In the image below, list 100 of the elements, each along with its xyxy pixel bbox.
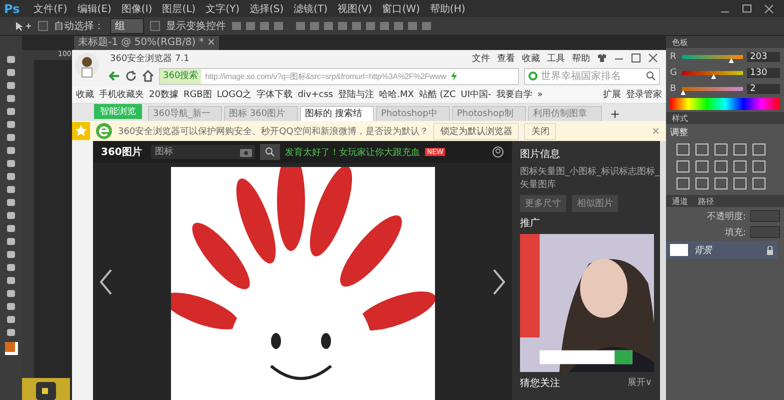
maximize-icon[interactable] [631,53,641,63]
fill-field[interactable] [750,226,780,238]
search-icon[interactable] [646,71,656,81]
close-notice-button[interactable]: 关闭 [524,122,556,140]
refresh-icon[interactable] [125,70,137,82]
color-swatch-icon[interactable] [4,342,18,355]
maximize-icon[interactable] [742,4,752,14]
channel-value-field[interactable]: 2 [747,84,780,94]
camera-icon[interactable] [240,147,252,157]
tool-icon[interactable] [5,236,17,247]
login-manager-button[interactable]: 登录管家 [626,88,662,101]
image-search-field[interactable]: 图标 [150,145,255,159]
menu-item[interactable]: 帮助 [572,52,590,64]
bookmark-link[interactable]: RGB图 [183,88,212,101]
expand-link[interactable]: 展开∨ [627,376,652,390]
close-tab-icon[interactable]: × [207,37,216,48]
new-tab-button[interactable]: + [604,107,626,121]
panel-tab[interactable]: 路径 [698,196,714,206]
slider-thumb[interactable] [728,58,734,63]
menu-item[interactable]: 图像(I) [121,2,152,16]
extensions-button[interactable]: 扩展 [603,88,621,101]
tool-icon[interactable] [5,119,17,130]
address-bar[interactable]: 360搜索 http://image.so.com/v?q=图标&src=srp&fromurl=http%3A%2F%2Fwww [159,68,519,84]
browser-tab[interactable]: 图标的 搜索结 [300,106,374,121]
menu-item[interactable]: 工具 [547,52,565,64]
image-thumbnail-icon[interactable] [22,378,70,400]
channel-value-field[interactable]: 130 [747,68,780,78]
bookmark-link[interactable]: 手机收藏夹 [99,88,144,101]
search-engine-button[interactable]: 360搜索 [160,68,202,84]
back-icon[interactable] [108,70,120,82]
bookmark-link[interactable]: 哈哈.MX [379,88,414,101]
tool-icon[interactable] [5,301,17,312]
tool-icon[interactable] [5,327,17,338]
align-icons-drawing[interactable] [232,20,432,32]
tool-icon[interactable] [5,249,17,260]
bookmark-link[interactable]: div+css [298,90,334,100]
search-icon[interactable] [264,147,275,157]
bookmark-link[interactable]: 字体下载 [256,88,293,101]
layer-row[interactable]: 背景 [666,241,778,259]
search-button[interactable] [260,144,280,160]
menu-item[interactable]: 窗口(W) [382,2,420,16]
menu-item[interactable]: 图层(L) [162,2,196,16]
home-icon[interactable] [142,70,154,82]
menu-item[interactable]: 文件 [472,52,490,64]
tool-icon[interactable] [5,106,17,117]
tool-icon[interactable] [5,288,17,299]
panel-tab[interactable]: 色板 [666,36,784,48]
channel-value-field[interactable]: 203 [747,52,780,62]
bookmark-link[interactable]: 收藏 [76,88,94,101]
tool-icon[interactable] [5,93,17,104]
panel-tab[interactable]: 通道 [672,196,688,206]
bookmark-link[interactable]: LOGO之 [216,88,252,101]
lightning-icon[interactable] [450,71,458,81]
bookmark-link[interactable]: 站酷 (ZC [418,88,456,101]
tool-icon[interactable] [5,262,17,273]
menu-item[interactable]: 滤镜(T) [294,2,328,16]
slider-thumb[interactable] [680,90,686,95]
menu-item[interactable]: 选择(S) [249,2,284,16]
color-spectrum[interactable] [670,98,780,110]
bookmark-link[interactable]: 登陆与注 [338,88,374,101]
menu-item[interactable]: 收藏 [522,52,540,64]
menu-item[interactable]: 视图(V) [338,2,372,16]
set-default-button[interactable]: 锁定为默认浏览器 [433,122,520,140]
site-logo[interactable]: 360图片 [101,145,142,159]
close-icon[interactable] [648,53,658,63]
tool-icon[interactable] [5,54,17,65]
bookmark-link[interactable]: 我要自学 [496,88,532,101]
tool-icon[interactable] [5,158,17,169]
move-tool-icon[interactable] [14,20,32,32]
tool-icon[interactable] [5,132,17,143]
shirt-icon[interactable] [597,53,607,63]
tool-icon[interactable] [5,223,17,234]
menu-item[interactable]: 查看 [497,52,515,64]
menu-item[interactable]: 文字(Y) [206,2,240,16]
close-icon[interactable] [764,4,774,14]
tool-icon[interactable] [5,184,17,195]
menu-item[interactable]: 帮助(H) [430,2,466,16]
tool-icon[interactable] [5,80,17,91]
tool-icon[interactable] [5,197,17,208]
slider-thumb[interactable] [711,74,716,79]
layer-group-select[interactable]: 组 [110,18,144,34]
menu-item[interactable]: 编辑(E) [77,2,112,16]
scrollbar[interactable] [660,141,666,400]
user-icon[interactable] [492,146,504,158]
bookmark-link[interactable]: UI中国- [460,88,492,101]
document-tab[interactable]: 未标题-1 @ 50%(RGB/8) * × [74,36,220,50]
tool-icon[interactable] [5,210,17,221]
menu-item[interactable]: 文件(F) [34,2,68,16]
checkbox[interactable] [38,21,48,31]
checkbox[interactable] [150,21,160,31]
promo-link[interactable]: 发育太好了！女玩家让你大跟充血 [284,146,420,158]
bookmark-link[interactable]: » [537,90,543,100]
panel-tab[interactable]: 样式 [666,112,784,124]
tool-icon[interactable] [5,67,17,78]
tool-icon[interactable] [5,314,17,325]
bookmark-link[interactable]: 20数據 [149,88,178,101]
tool-icon[interactable] [5,275,17,286]
tool-icon[interactable] [5,171,17,182]
tool-icon[interactable] [5,145,17,156]
opacity-field[interactable] [750,210,780,222]
